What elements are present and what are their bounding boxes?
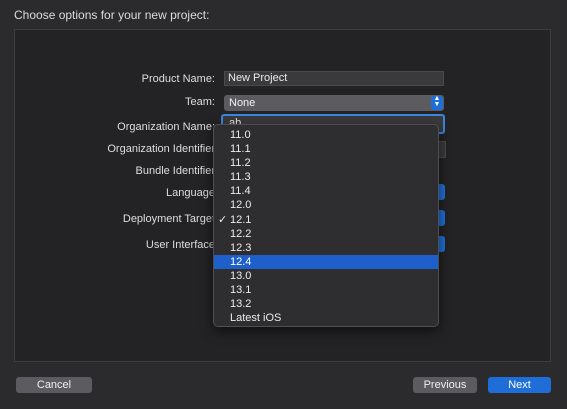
checkmark-icon: ✓ <box>218 213 228 226</box>
deployment-popup-edge[interactable] <box>438 210 445 226</box>
menu-item-checked[interactable]: ✓ 12.1 <box>214 213 438 227</box>
menu-item[interactable]: 13.0 <box>214 269 438 283</box>
org-identifier-field-edge[interactable] <box>439 141 446 158</box>
menu-item[interactable]: Latest iOS <box>214 311 438 325</box>
org-identifier-label: Organization Identifier <box>107 143 215 155</box>
deployment-target-label: Deployment Target <box>122 213 215 225</box>
bundle-identifier-label: Bundle Identifier <box>135 165 216 177</box>
menu-item[interactable]: 13.1 <box>214 283 438 297</box>
next-button[interactable]: Next <box>488 377 551 393</box>
user-interface-label: User Interface <box>145 239 215 251</box>
deployment-target-menu: 11.0 11.1 11.2 11.3 11.4 12.0 ✓ 12.1 12.2… <box>213 124 439 327</box>
language-popup-edge[interactable] <box>438 184 445 200</box>
language-label: Language <box>166 187 215 199</box>
menu-item[interactable]: 12.0 <box>214 198 438 212</box>
cancel-button[interactable]: Cancel <box>16 377 92 393</box>
menu-item[interactable]: 11.3 <box>214 170 438 184</box>
menu-item[interactable]: 12.2 <box>214 227 438 241</box>
org-name-label: Organization Name: <box>117 121 215 133</box>
team-popup[interactable]: None ▲ ▼ <box>224 95 444 111</box>
product-name-label: Product Name: <box>141 73 215 85</box>
menu-item-highlighted[interactable]: 12.4 <box>214 254 438 269</box>
team-label: Team: <box>185 96 215 108</box>
menu-item[interactable]: 11.2 <box>214 156 438 170</box>
menu-item[interactable]: 11.4 <box>214 184 438 198</box>
menu-item[interactable]: 13.2 <box>214 297 438 311</box>
team-value: None <box>229 97 256 109</box>
menu-item[interactable]: 11.0 <box>214 128 438 142</box>
menu-item[interactable]: 12.3 <box>214 241 438 255</box>
popup-stepper-icon: ▲ ▼ <box>431 95 443 110</box>
user-interface-popup-edge[interactable] <box>438 236 445 252</box>
menu-item[interactable]: 11.1 <box>214 142 438 156</box>
dialog-title: Choose options for your new project: <box>14 8 210 22</box>
product-name-field[interactable]: New Project <box>224 71 444 86</box>
previous-button[interactable]: Previous <box>413 377 477 393</box>
